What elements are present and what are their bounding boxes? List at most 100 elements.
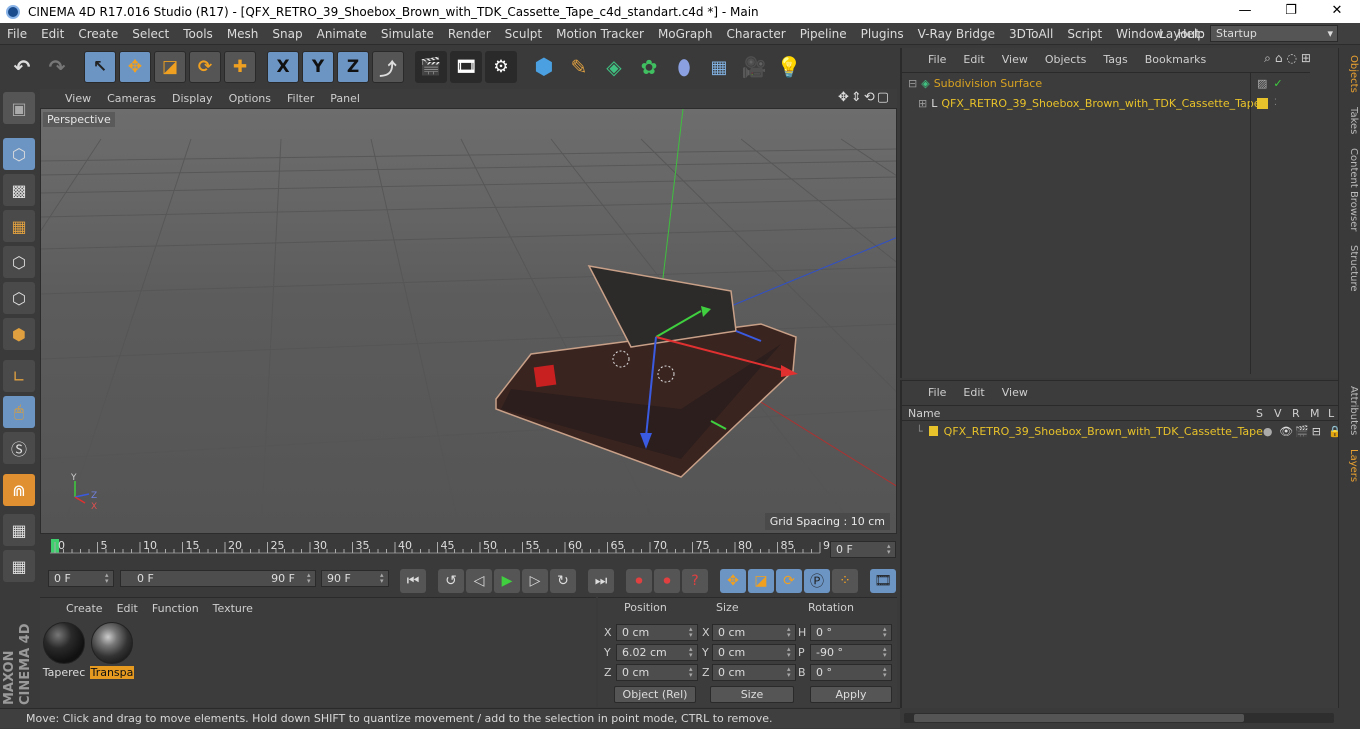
key-scale-icon[interactable]: ◪: [748, 569, 774, 593]
viewport-menu-panel[interactable]: Panel: [330, 92, 360, 105]
z-axis-lock-button[interactable]: Z: [337, 51, 369, 83]
viewport-menu-options[interactable]: Options: [229, 92, 271, 105]
solo-mode-icon[interactable]: Ⓢ: [3, 432, 35, 464]
tab-takes[interactable]: Takes: [1341, 104, 1359, 138]
viewport-menu-view[interactable]: View: [65, 92, 91, 105]
workplane-lock-icon[interactable]: ▦: [3, 514, 35, 546]
keyframe-selection-icon[interactable]: ?: [682, 569, 708, 593]
rotate-tool-icon[interactable]: ⟳: [189, 51, 221, 83]
enabled-check-icon[interactable]: ✓: [1273, 77, 1282, 90]
preview-range-slider[interactable]: 0 F 90 F: [120, 570, 316, 587]
render-settings-icon[interactable]: ⚙: [485, 51, 517, 83]
layer-horizontal-scrollbar[interactable]: [904, 713, 1334, 723]
tree-row[interactable]: ⊞ L QFX_RETRO_39_Shoebox_Brown_with_TDK_…: [902, 93, 1261, 113]
light-icon[interactable]: 💡: [773, 51, 805, 83]
rotation-p-field[interactable]: -90 °: [810, 644, 892, 661]
viewport-menu-cameras[interactable]: Cameras: [107, 92, 156, 105]
tweak-mode-icon[interactable]: 🖱: [3, 396, 35, 428]
record-keys-icon[interactable]: ⏺: [626, 569, 652, 593]
perspective-viewport[interactable]: Y Z X Perspective Grid Spacing : 10 cm: [40, 108, 897, 534]
key-parameter-icon[interactable]: Ⓟ: [804, 569, 830, 593]
position-x-field[interactable]: 0 cm: [616, 624, 698, 641]
viewport-menu-filter[interactable]: Filter: [287, 92, 314, 105]
deformer-icon[interactable]: ⬮: [668, 51, 700, 83]
manager-icon[interactable]: ⊟: [1312, 425, 1328, 438]
menu-render[interactable]: Render: [441, 27, 498, 41]
objects-menu-tags[interactable]: Tags: [1103, 53, 1127, 66]
material-menu-create[interactable]: Create: [66, 602, 103, 615]
next-key-icon[interactable]: ↻: [550, 569, 576, 593]
planar-workplane-icon[interactable]: ▦: [3, 550, 35, 582]
apply-button[interactable]: Apply: [810, 686, 892, 703]
menu-select[interactable]: Select: [125, 27, 176, 41]
size-z-field[interactable]: 0 cm: [712, 664, 796, 681]
layer-color-swatch[interactable]: [928, 426, 938, 436]
layers-menu-file[interactable]: File: [928, 386, 946, 399]
x-axis-lock-button[interactable]: X: [267, 51, 299, 83]
move-tool-icon[interactable]: ✥: [119, 51, 151, 83]
key-rotation-icon[interactable]: ⟳: [776, 569, 802, 593]
play-icon[interactable]: ▶: [494, 569, 520, 593]
minimize-button[interactable]: —: [1222, 0, 1268, 23]
size-x-field[interactable]: 0 cm: [712, 624, 796, 641]
recent-tools-icon[interactable]: ✚: [224, 51, 256, 83]
material-menu-edit[interactable]: Edit: [117, 602, 138, 615]
y-axis-lock-button[interactable]: Y: [302, 51, 334, 83]
material-swatch[interactable]: Taperec: [42, 622, 86, 679]
objects-menu-edit[interactable]: Edit: [963, 53, 984, 66]
tab-attributes[interactable]: Attributes: [1341, 384, 1359, 438]
edges-mode-icon[interactable]: ⬡: [3, 282, 35, 314]
menu-file[interactable]: File: [0, 27, 34, 41]
position-z-field[interactable]: 0 cm: [616, 664, 698, 681]
layers-menu-view[interactable]: View: [1002, 386, 1028, 399]
menu-character[interactable]: Character: [719, 27, 792, 41]
render-to-picture-viewer-icon[interactable]: 🎞: [450, 51, 482, 83]
points-mode-icon[interactable]: ⬡: [3, 246, 35, 278]
column-name[interactable]: Name: [908, 407, 1256, 420]
menu-3dtoall[interactable]: 3DToAll: [1002, 27, 1060, 41]
scroll-thumb[interactable]: [914, 714, 1244, 722]
tab-objects[interactable]: Objects: [1341, 52, 1359, 96]
material-menu-texture[interactable]: Texture: [213, 602, 253, 615]
menu-script[interactable]: Script: [1060, 27, 1109, 41]
key-point-level-icon[interactable]: ⁘: [832, 569, 858, 593]
column-render[interactable]: R: [1292, 407, 1310, 420]
size-mode-dropdown[interactable]: Size: [710, 686, 794, 703]
maximize-button[interactable]: ❐: [1268, 0, 1314, 23]
end-frame-field[interactable]: 90 F: [321, 570, 389, 587]
menu-create[interactable]: Create: [71, 27, 125, 41]
polygons-mode-icon[interactable]: ⬢: [3, 318, 35, 350]
rotation-h-field[interactable]: 0 °: [810, 624, 892, 641]
go-to-start-icon[interactable]: ⏮: [400, 569, 426, 593]
viewport-menu-display[interactable]: Display: [172, 92, 213, 105]
size-y-field[interactable]: 0 cm: [712, 644, 796, 661]
render-clapper-icon[interactable]: 🎬: [1295, 425, 1311, 438]
cube-primitive-icon[interactable]: ⬢: [528, 51, 560, 83]
visibility-dots-icon[interactable]: ⁚: [1274, 98, 1277, 108]
column-solo[interactable]: S: [1256, 407, 1274, 420]
position-y-field[interactable]: 6.02 cm: [616, 644, 698, 661]
layout-dropdown[interactable]: Startup: [1210, 25, 1338, 42]
model-mode-icon[interactable]: ⬡: [3, 138, 35, 170]
tab-layers[interactable]: Layers: [1341, 446, 1359, 486]
objects-menu-file[interactable]: File: [928, 53, 946, 66]
workplane-mode-icon[interactable]: ▦: [3, 210, 35, 242]
rotation-b-field[interactable]: 0 °: [810, 664, 892, 681]
column-visible[interactable]: V: [1274, 407, 1292, 420]
column-manager[interactable]: M: [1310, 407, 1328, 420]
start-frame-field[interactable]: 0 F: [48, 570, 114, 587]
go-to-end-icon[interactable]: ⏭: [588, 569, 614, 593]
current-frame-field[interactable]: 0 F: [830, 541, 896, 558]
material-swatch[interactable]: Transpa: [90, 622, 134, 679]
menu-sculpt[interactable]: Sculpt: [498, 27, 549, 41]
layer-dot-icon[interactable]: ▨: [1257, 77, 1267, 90]
menu-plugins[interactable]: Plugins: [854, 27, 911, 41]
menu-mograph[interactable]: MoGraph: [651, 27, 720, 41]
next-frame-icon[interactable]: ▷: [522, 569, 548, 593]
objects-menu-objects[interactable]: Objects: [1045, 53, 1087, 66]
coordinate-mode-dropdown[interactable]: Object (Rel): [614, 686, 696, 703]
layers-menu-edit[interactable]: Edit: [963, 386, 984, 399]
key-position-icon[interactable]: ✥: [720, 569, 746, 593]
menu-vray-bridge[interactable]: V-Ray Bridge: [911, 27, 1002, 41]
menu-simulate[interactable]: Simulate: [374, 27, 441, 41]
